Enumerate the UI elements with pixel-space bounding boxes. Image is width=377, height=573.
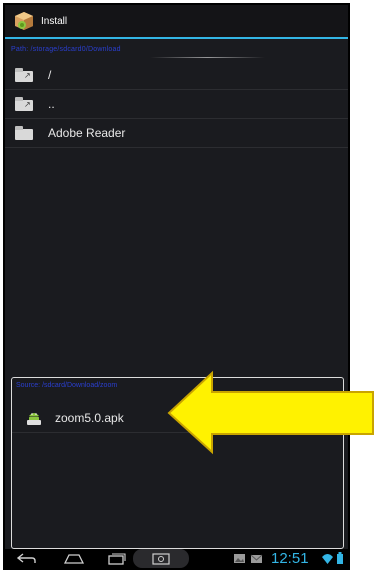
screen: Install Path: /storage/sdcard0/Download … [5, 5, 348, 568]
device-frame: Install Path: /storage/sdcard0/Download … [3, 3, 350, 570]
email-notification-icon [250, 554, 263, 563]
list-item[interactable]: Adobe Reader [5, 119, 348, 148]
home-icon[interactable] [63, 551, 85, 566]
list-item-label: .. [48, 97, 55, 111]
list-item[interactable]: ↗ / [5, 61, 348, 90]
list-item-label: Adobe Reader [48, 126, 126, 140]
list-item[interactable]: ↗ .. [5, 90, 348, 119]
back-icon[interactable] [15, 551, 37, 566]
folder-up-icon: ↗ [15, 97, 33, 111]
pointer-arrow-icon [167, 370, 374, 455]
app-title: Install [41, 15, 68, 27]
apk-file-label: zoom5.0.apk [55, 411, 124, 425]
folder-up-icon: ↗ [15, 68, 33, 82]
folder-icon [15, 126, 33, 140]
system-nav-bar: 12:51 [5, 549, 348, 568]
wifi-icon [322, 554, 333, 564]
path-bar: Path: /storage/sdcard0/Download [5, 40, 348, 60]
recent-apps-icon[interactable] [105, 551, 127, 566]
path-divider [150, 57, 265, 58]
clock: 12:51 [271, 550, 309, 567]
battery-icon [337, 552, 343, 564]
screenshot-icon[interactable] [133, 549, 189, 568]
file-list: ↗ / ↗ .. Adobe Reader [5, 61, 348, 148]
apk-android-icon [26, 409, 42, 427]
panel-path-text: Source: /sdcard/Download/zoom [16, 382, 118, 389]
gallery-notification-icon [234, 554, 245, 563]
action-bar: Install [5, 5, 348, 39]
list-item-label: / [48, 68, 52, 82]
install-package-icon[interactable] [13, 10, 35, 32]
path-text: Path: /storage/sdcard0/Download [11, 46, 121, 53]
